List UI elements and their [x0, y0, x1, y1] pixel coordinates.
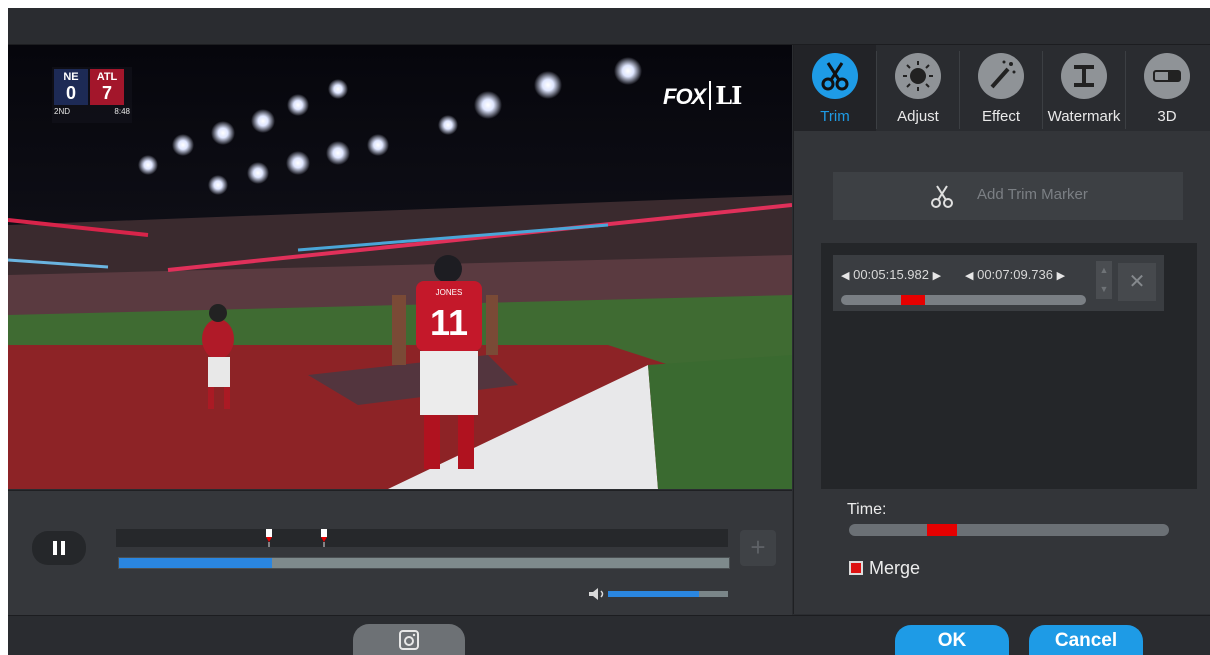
segment-end-time[interactable]: ◀ 00:07:09.736 ▶: [965, 263, 1065, 287]
time-label: Time:: [847, 501, 887, 518]
tab-adjust-label: Adjust: [897, 108, 939, 125]
event-logo: LI: [709, 81, 742, 110]
ok-button[interactable]: OK: [895, 625, 1009, 655]
segment-list: ◀ 00:05:15.982 ▶ ◀ 00:07:09.736 ▶ ▲ ▼ ✕: [821, 243, 1197, 489]
volume-icon[interactable]: [589, 588, 607, 600]
brightness-icon: [895, 53, 941, 99]
edit-tabs: Trim Adjust Effect Watermark 3D: [794, 45, 1210, 131]
quarter: 2ND: [54, 107, 71, 116]
tab-adjust[interactable]: Adjust: [877, 45, 959, 131]
3d-glasses-icon: [1144, 53, 1190, 99]
volume-level: [608, 591, 700, 597]
tab-watermark-label: Watermark: [1047, 108, 1121, 125]
away-team-score: 7: [101, 83, 112, 103]
add-trim-marker-label: Add Trim Marker: [977, 186, 1088, 203]
clock: 8:48: [114, 107, 130, 116]
watermark-icon: [1061, 53, 1107, 99]
up-arrow-icon[interactable]: ▲: [1096, 261, 1112, 280]
down-arrow-icon[interactable]: ▼: [1096, 280, 1112, 299]
player-controls: +: [8, 490, 792, 615]
left-arrow-icon[interactable]: ◀: [841, 270, 849, 282]
scoreboard: NE 0 ATL 7 2ND 8:48: [52, 67, 132, 123]
merge-label: Merge: [869, 557, 921, 578]
tab-trim[interactable]: Trim: [794, 45, 876, 131]
tab-effect[interactable]: Effect: [960, 45, 1042, 131]
home-team-abbr: NE: [63, 71, 79, 83]
segment-end-value: 00:07:09.736: [977, 267, 1053, 282]
add-segment-button[interactable]: +: [740, 530, 776, 566]
away-team-abbr: ATL: [96, 71, 118, 83]
video-preview: JONES 11 NE 0 ATL 7 2ND 8:48 FOX LI: [8, 45, 792, 489]
network-logo: FOX LI: [663, 81, 742, 110]
time-range-bar: [849, 524, 1169, 536]
delete-segment-button[interactable]: ✕: [1118, 263, 1156, 301]
trim-timeline[interactable]: [116, 529, 728, 547]
jersey-name: JONES: [436, 288, 463, 297]
tab-3d[interactable]: 3D: [1126, 45, 1210, 131]
edit-panel: Trim Adjust Effect Watermark 3D Add Trim…: [793, 45, 1210, 614]
tab-effect-label: Effect: [981, 108, 1021, 125]
snapshot-button[interactable]: [353, 624, 465, 655]
merge-checkbox[interactable]: Merge: [849, 557, 920, 579]
playback-progress[interactable]: [118, 557, 730, 569]
away-team: ATL 7: [90, 69, 124, 105]
network-name: FOX: [663, 84, 706, 109]
bottom-bar: OK Cancel: [8, 615, 1210, 655]
home-team: NE 0: [54, 69, 88, 105]
camera-icon: [399, 630, 419, 650]
tab-watermark[interactable]: Watermark: [1043, 45, 1125, 131]
magic-wand-icon: [978, 53, 1024, 99]
right-arrow-icon[interactable]: ▶: [933, 270, 941, 282]
trim-end-marker[interactable]: [319, 529, 329, 547]
segment-range-bar: [841, 295, 1086, 305]
playback-progress-fill: [119, 558, 272, 568]
segment-start-time[interactable]: ◀ 00:05:15.982 ▶: [841, 263, 941, 287]
pause-icon-bar: [61, 541, 65, 555]
segment-range-highlight: [901, 295, 925, 305]
segment-reorder-buttons[interactable]: ▲ ▼: [1096, 261, 1112, 299]
add-trim-marker-button[interactable]: Add Trim Marker: [833, 172, 1183, 220]
trim-segment[interactable]: ◀ 00:05:15.982 ▶ ◀ 00:07:09.736 ▶ ▲ ▼ ✕: [833, 255, 1164, 311]
left-arrow-icon[interactable]: ◀: [965, 270, 973, 282]
scissors-icon: [931, 185, 953, 208]
jersey-number: 11: [430, 302, 468, 343]
video-editor-window: JONES 11 NE 0 ATL 7 2ND 8:48 FOX LI + Tr…: [8, 8, 1210, 655]
trim-start-marker[interactable]: [264, 529, 274, 547]
segment-start-value: 00:05:15.982: [853, 267, 929, 282]
title-bar: [8, 8, 1210, 45]
pause-button[interactable]: [32, 531, 86, 565]
home-team-score: 0: [65, 83, 76, 103]
right-arrow-icon[interactable]: ▶: [1057, 270, 1065, 282]
volume-slider[interactable]: [608, 591, 728, 597]
cancel-button[interactable]: Cancel: [1029, 625, 1143, 655]
game-clock: 2ND 8:48: [54, 107, 130, 116]
time-range-highlight: [927, 524, 957, 536]
tab-trim-label: Trim: [820, 108, 850, 125]
pause-icon: [53, 541, 57, 555]
tab-3d-label: 3D: [1157, 108, 1177, 125]
scissors-icon: [812, 53, 858, 99]
merge-checkbox-box[interactable]: [849, 561, 863, 575]
